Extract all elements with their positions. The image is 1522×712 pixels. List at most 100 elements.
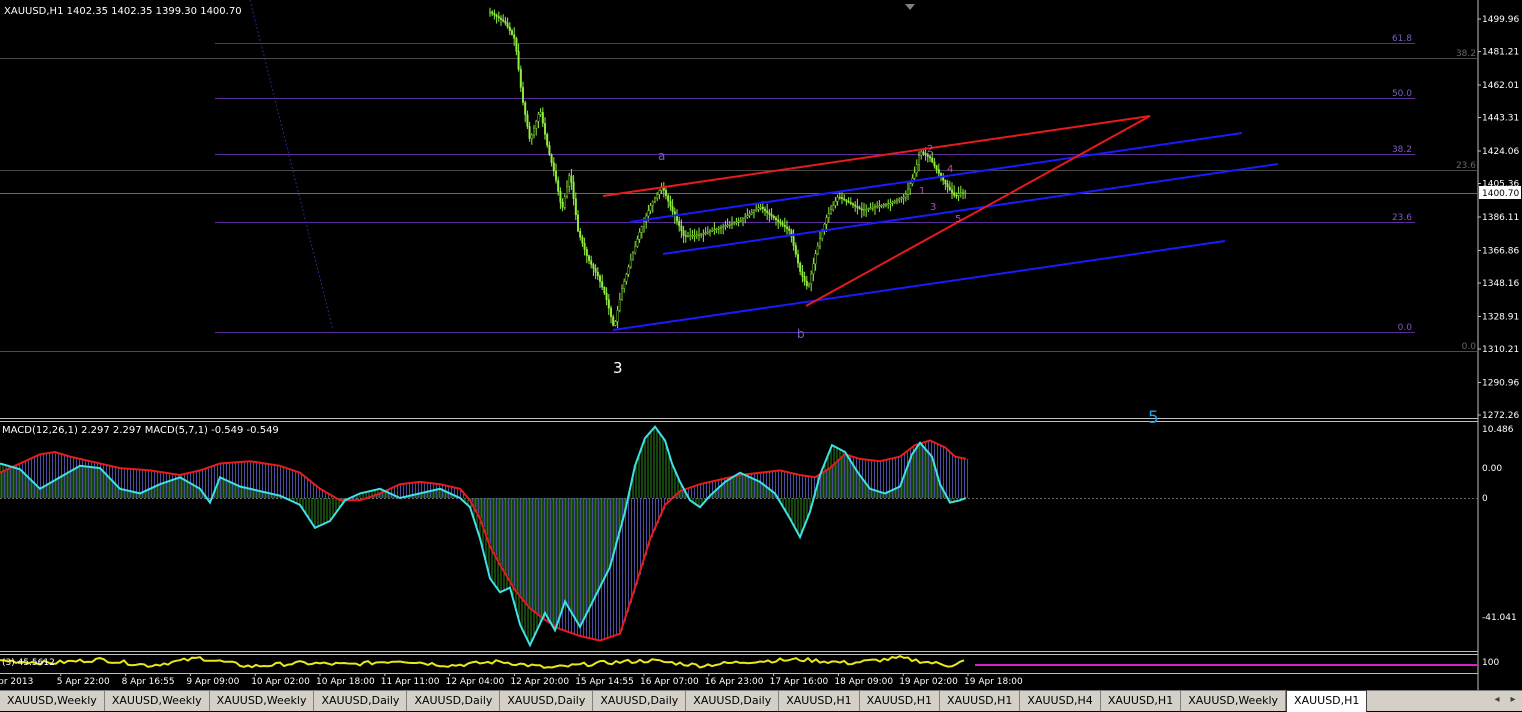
candle-body: [577, 214, 580, 232]
chart-tab[interactable]: XAUUSD,Daily: [314, 691, 408, 711]
candle-body: [684, 235, 687, 237]
candle-body: [962, 192, 965, 194]
candle-body: [810, 273, 813, 285]
candle-body: [539, 112, 542, 115]
candle-body: [671, 206, 674, 212]
candle-body: [634, 245, 637, 254]
candle-body: [616, 310, 619, 322]
chart-tab[interactable]: XAUUSD,H4: [1020, 691, 1101, 711]
macd-histogram: [0, 427, 968, 644]
candle-body: [627, 266, 630, 275]
candle-body: [581, 237, 584, 244]
price-axis-label: 1499.96: [1482, 15, 1519, 25]
wave-5-small-label: 5: [955, 214, 961, 225]
candle-body: [568, 175, 571, 187]
candle-body: [893, 200, 896, 203]
chart-tab[interactable]: XAUUSD,H1: [940, 691, 1021, 711]
candle-body: [495, 14, 498, 17]
candle-body: [612, 316, 615, 326]
chart-tab[interactable]: XAUUSD,Weekly: [105, 691, 210, 711]
candle-body: [715, 228, 718, 231]
candle-body: [640, 226, 643, 233]
scroll-right-icon[interactable]: ▸: [1506, 690, 1520, 710]
candle-body: [838, 196, 841, 199]
candle-body: [781, 223, 784, 226]
chart-tab[interactable]: XAUUSD,H1: [860, 691, 941, 711]
candle-body: [544, 123, 547, 135]
macd-axis-label: -41.041: [1482, 613, 1517, 623]
chart-tab-bar: XAUUSD,Weekly XAUUSD,Weekly XAUUSD,Weekly X…: [0, 690, 1522, 712]
candle-body: [922, 151, 925, 154]
candle-body: [964, 191, 967, 194]
candle-body: [874, 206, 877, 208]
candle-body: [770, 214, 773, 217]
shift-marker-icon[interactable]: [905, 4, 915, 10]
time-axis-label: 12 Apr 20:00: [510, 677, 569, 687]
candle-body: [946, 183, 949, 188]
price-axis-label: 1348.16: [1482, 279, 1519, 289]
candle-body: [502, 19, 505, 22]
scroll-left-icon[interactable]: ◂: [1490, 690, 1504, 710]
candle-body: [563, 196, 566, 208]
candle-body: [658, 190, 661, 195]
sub-indicator-label: (3) 45.5612: [2, 658, 55, 668]
candle-body: [680, 225, 683, 231]
chart-tab[interactable]: XAUUSD,Daily: [593, 691, 687, 711]
fib-label: 61.8: [1392, 34, 1412, 44]
candle-body: [500, 17, 503, 20]
current-price: 1400.70: [1482, 189, 1519, 199]
chart-tab[interactable]: XAUUSD,Daily: [500, 691, 594, 711]
chart-tab[interactable]: XAUUSD,Weekly: [1181, 691, 1287, 711]
chart-tab[interactable]: XAUUSD,Daily: [407, 691, 501, 711]
wave-a-label: a: [658, 149, 665, 163]
candle-body: [959, 192, 962, 195]
candle-body: [869, 207, 872, 210]
chart-tab[interactable]: XAUUSD,H1: [1101, 691, 1182, 711]
chart-tab[interactable]: XAUUSD,H1: [1286, 690, 1368, 712]
time-axis-label: 12 Apr 04:00: [446, 677, 505, 687]
candle-body: [570, 175, 573, 183]
candle-body: [843, 198, 846, 201]
candle-body: [953, 192, 956, 196]
candle-body: [821, 231, 824, 239]
candle-body: [876, 206, 879, 208]
wave-4-label: 4: [947, 164, 953, 175]
candle-body: [878, 205, 881, 207]
candle-body: [669, 200, 672, 207]
candle-body: [603, 287, 606, 294]
chart-tab[interactable]: XAUUSD,Daily: [686, 691, 780, 711]
candle-body: [812, 263, 815, 275]
time-axis-label: 8 Apr 16:55: [122, 677, 175, 687]
candle-body: [579, 230, 582, 238]
chart-area[interactable]: 61.8 50.0 38.2 23.6 0.0 38.2 23.6 0.0 a …: [0, 0, 1522, 690]
candle-body: [489, 11, 492, 14]
candle-body: [497, 16, 500, 19]
chart-tab[interactable]: XAUUSD,H1: [779, 691, 860, 711]
candle-body: [744, 216, 747, 219]
time-axis-label: 10 Apr 18:00: [316, 677, 375, 687]
candle-body: [803, 276, 806, 282]
red-wedge: [602, 115, 1151, 307]
chart-tab[interactable]: XAUUSD,Weekly: [0, 691, 105, 711]
candle-body: [698, 234, 701, 236]
candle-body: [920, 151, 923, 156]
price-axis: 1499.961481.211462.011443.311424.061405.…: [1478, 15, 1519, 421]
candle-body: [535, 121, 538, 129]
price-series: [489, 7, 967, 329]
candle-body: [687, 235, 690, 238]
candle-body: [898, 198, 901, 201]
price-axis-label: 1290.96: [1482, 378, 1519, 388]
candle-body: [882, 204, 885, 206]
candle-body: [733, 222, 736, 224]
chart-tab[interactable]: XAUUSD,Weekly: [210, 691, 315, 711]
candle-body: [759, 207, 762, 209]
candle-body: [887, 203, 890, 205]
candle-body: [643, 221, 646, 227]
candle-body: [931, 157, 934, 163]
candle-body: [814, 253, 817, 265]
candle-body: [594, 268, 597, 273]
candle-body: [517, 51, 520, 70]
candle-body: [891, 201, 894, 204]
fib-label: 38.2: [1392, 145, 1412, 155]
candle-body: [728, 224, 731, 226]
